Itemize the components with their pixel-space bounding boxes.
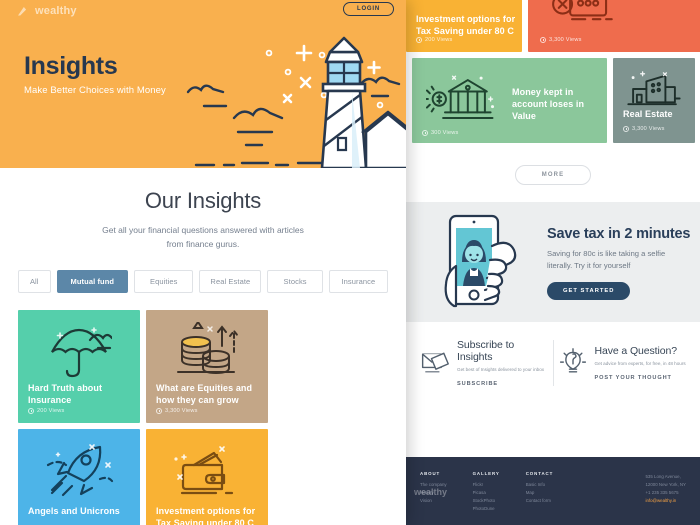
lightbulb-icon	[559, 348, 586, 373]
mountain-logo-icon	[18, 7, 31, 16]
footer-column-contact: CONTACT Basic Info Map Contact form	[526, 471, 553, 525]
rocket-icon	[46, 444, 114, 497]
brand-logo[interactable]: wealthy	[18, 2, 77, 19]
card-views: 3,300 Views	[156, 408, 198, 415]
post-thought-link[interactable]: POST YOUR THOUGHT	[595, 375, 686, 381]
lighthouse-illustration	[186, 36, 406, 168]
card-views: 300 Views	[422, 130, 459, 136]
more-button-wrap: MORE	[406, 163, 700, 185]
insight-card-money-value[interactable]: Money kept in account loses in Value 300…	[412, 58, 607, 143]
get-started-button[interactable]: GET STARTED	[547, 281, 631, 300]
footer-link[interactable]: Picasa	[473, 489, 500, 497]
footer-link[interactable]: Map	[526, 489, 553, 497]
card-views: 200 Views	[28, 408, 65, 415]
page-panel-right: Investment options for Tax Saving under …	[406, 0, 700, 525]
card-title: Angels and Unicrons	[28, 506, 120, 517]
footer-column-about: ABOUT The company History Vision	[420, 471, 447, 525]
card-title: Money kept in account loses in Value	[512, 87, 585, 122]
insights-card-row-continued: Investment options for Tax Saving under …	[406, 0, 700, 52]
hand-holding-phone-selfie-icon	[444, 214, 517, 308]
building-icon	[627, 71, 681, 106]
more-button[interactable]: MORE	[514, 165, 592, 185]
clock-icon	[28, 408, 34, 415]
card-views: 200 Views	[416, 37, 453, 43]
footer-heading: ABOUT	[420, 471, 441, 476]
filter-tab-equities[interactable]: Equities	[134, 270, 194, 294]
wallet-icon	[430, 0, 496, 5]
filter-tab-insurance[interactable]: Insurance	[328, 270, 388, 294]
insight-card-compounding-repeat[interactable]: Secret Superpower of Compunding 3,300 Vi…	[528, 0, 700, 52]
card-title: Investment options for Tax Saving under …	[416, 14, 516, 37]
promo-body: Save tax in 2 minutes Saving for 80c is …	[547, 226, 697, 300]
footer-link[interactable]: Flickr	[473, 481, 500, 489]
footer-address: 535 Long Avenue, 12000 New York, NY +1 2…	[645, 473, 686, 506]
hero-subtitle: Make Better Choices with Money	[24, 85, 166, 96]
card-title: What are Equities and how they can grow	[156, 383, 253, 406]
clock-icon	[416, 37, 422, 43]
footer-link[interactable]: StockPhoto	[473, 497, 500, 505]
footer-link[interactable]: PhotoDune	[473, 505, 500, 513]
lighthouse-tower	[320, 36, 406, 168]
page-title: Insights	[24, 52, 118, 80]
question-text: Have a Question? Get advice from experts…	[595, 345, 686, 380]
wallet-icon	[174, 446, 234, 495]
clock-icon	[623, 126, 629, 132]
insight-card-real-estate[interactable]: Real Estate 3,300 Views	[613, 58, 695, 143]
subscribe-title: Subscribe to Insights	[457, 339, 515, 364]
filter-tab-stocks[interactable]: Stocks	[267, 270, 323, 294]
insight-card-tax-saving-repeat[interactable]: Investment options for Tax Saving under …	[406, 0, 522, 52]
bank-icon	[426, 75, 495, 120]
footer-heading: GALLERY	[472, 471, 500, 476]
filter-tab-all[interactable]: All	[18, 270, 51, 294]
question-column: Have a Question? Get advice from experts…	[554, 345, 691, 381]
subscribe-text: Subscribe to Insights Get best of Insigh…	[457, 339, 549, 386]
promo-title: Save tax in 2 minutes	[547, 226, 691, 242]
card-title: Hard Truth about Insurance	[28, 383, 103, 406]
footer-link[interactable]: Basic Info	[526, 481, 553, 489]
question-description: Get advice from experts, for free, in 48…	[594, 361, 686, 367]
brand-name: wealthy	[35, 4, 77, 17]
footer-watermark: wealthy	[414, 487, 448, 497]
coins-stack-icon	[177, 322, 239, 375]
filter-tab-real-estate[interactable]: Real Estate	[199, 270, 262, 294]
clock-icon	[156, 408, 162, 415]
screenshot-stage: wealthy LOGIN Insights Make Better Choic…	[0, 0, 700, 525]
card-title: Real Estate	[623, 109, 673, 119]
question-title: Have a Question?	[594, 345, 678, 358]
footer-heading: CONTACT	[525, 471, 554, 476]
insights-card-row-2: Money kept in account loses in Value 300…	[406, 58, 700, 143]
hero-section: wealthy LOGIN Insights Make Better Choic…	[0, 0, 406, 168]
section-title: Our Insights	[144, 188, 262, 213]
insight-card-insurance[interactable]: Hard Truth about Insurance 200 Views	[18, 310, 140, 424]
insights-section-header: Our Insights Get all your financial ques…	[0, 168, 406, 251]
footer: ABOUT The company History Vision GALLERY…	[406, 457, 700, 525]
calculator-icon	[552, 0, 613, 21]
insights-card-grid: Hard Truth about Insurance 200 Views Wha…	[0, 310, 406, 525]
hero-text-block: Insights Make Better Choices with Money	[24, 52, 166, 96]
subscribe-link[interactable]: SUBSCRIBE	[457, 381, 549, 387]
footer-column-gallery: GALLERY Flickr Picasa StockPhoto PhotoDu…	[473, 471, 500, 525]
page-panel-left: wealthy LOGIN Insights Make Better Choic…	[0, 0, 406, 525]
envelope-icon	[421, 352, 449, 373]
umbrella-icon	[51, 327, 112, 378]
promo-banner: Save tax in 2 minutes Saving for 80c is …	[406, 202, 700, 322]
card-views: 3,300 Views	[623, 126, 665, 132]
clock-icon	[422, 130, 428, 136]
footer-link[interactable]: Vision	[420, 497, 447, 505]
subscribe-column: Subscribe to Insights Get best of Insigh…	[416, 339, 553, 387]
clock-icon	[540, 37, 546, 43]
footer-link[interactable]: Contact form	[526, 497, 553, 505]
card-views: 3,300 Views	[540, 37, 582, 43]
insight-card-tax-saving[interactable]: Investment options for Tax Saving under …	[146, 429, 268, 525]
card-title: Investment options for Tax Saving under …	[156, 506, 256, 525]
filter-tab-mutual-fund[interactable]: Mutual fund	[56, 270, 129, 294]
insight-card-equities[interactable]: What are Equities and how they can grow …	[146, 310, 268, 424]
section-description: Get all your financial questions answere…	[102, 225, 304, 250]
promo-description: Saving for 80c is like taking a selfie l…	[547, 249, 666, 270]
subscribe-description: Get best of Insights delivered to your i…	[457, 367, 545, 373]
footer-email[interactable]: info@wealthy.in	[645, 497, 686, 505]
insight-card-angels-unicorns[interactable]: Angels and Unicrons 300 Views Invest, Sa…	[18, 429, 140, 525]
subscribe-section: Subscribe to Insights Get best of Insigh…	[406, 322, 700, 404]
category-filter-bar: All Mutual fund Equities Real Estate Sto…	[0, 270, 406, 294]
